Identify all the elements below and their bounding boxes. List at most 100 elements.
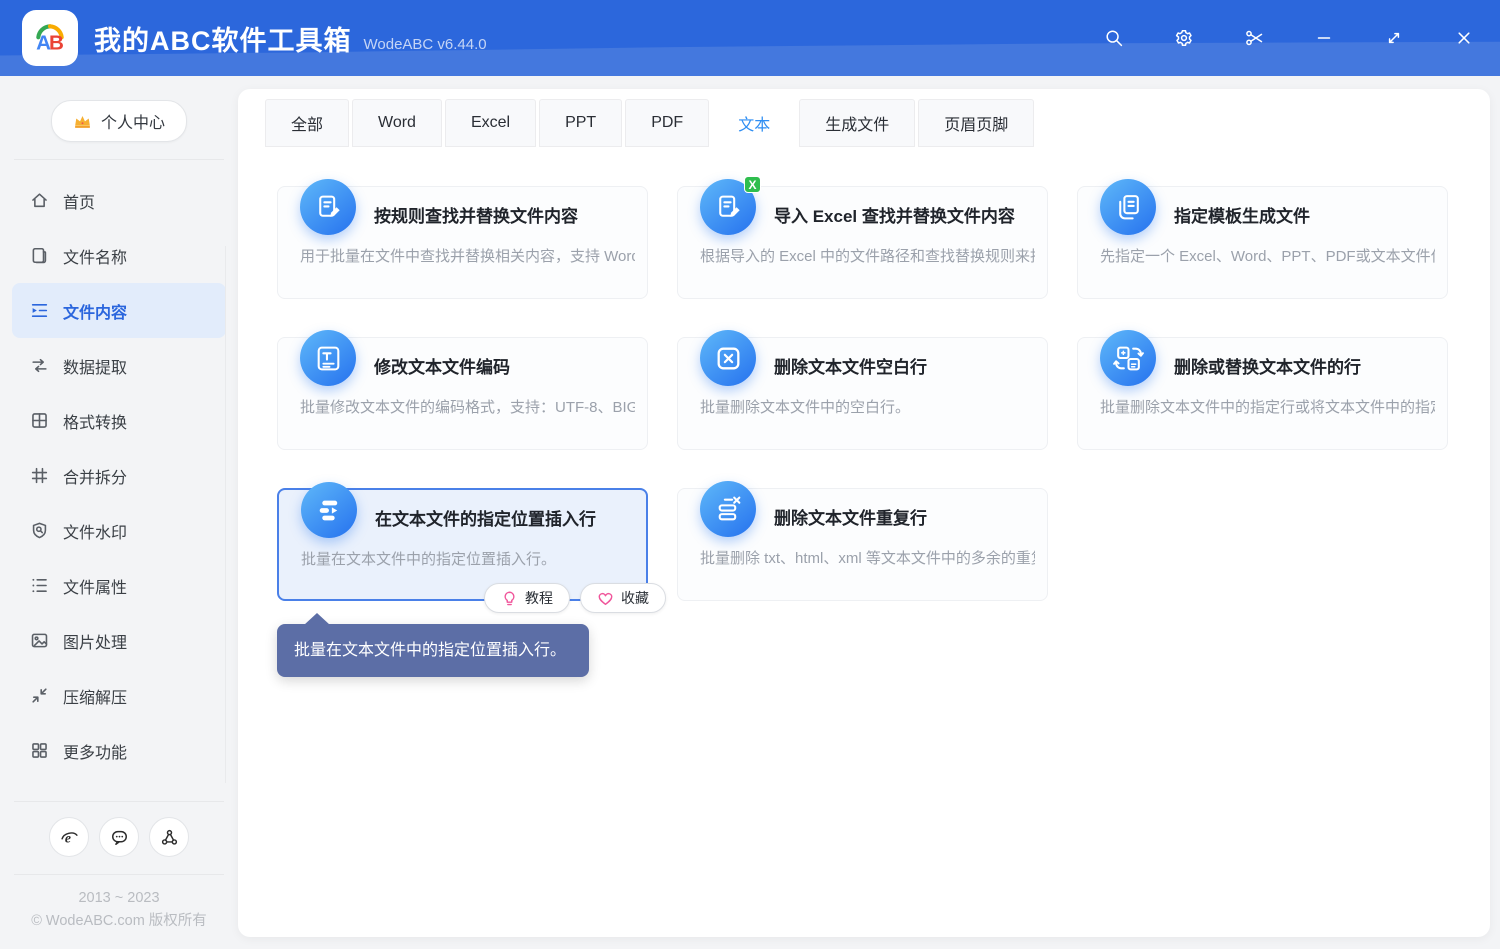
compress-icon bbox=[30, 686, 49, 705]
sidebar-item-data-extract[interactable]: 数据提取 bbox=[0, 338, 238, 393]
sidebar-item-compress[interactable]: 压缩解压 bbox=[0, 668, 238, 723]
card-delete-blank-lines[interactable]: 删除文本文件空白行 批量删除文本文件中的空白行。 bbox=[677, 337, 1048, 450]
delete-blank-lines-icon bbox=[700, 330, 756, 386]
sidebar-item-home[interactable]: 首页 bbox=[0, 173, 238, 228]
close-icon[interactable] bbox=[1454, 28, 1474, 48]
card-title: 删除文本文件重复行 bbox=[774, 504, 927, 529]
sidebar-item-label: 更多功能 bbox=[63, 739, 127, 763]
card-dedupe-lines[interactable]: 删除文本文件重复行 批量删除 txt、html、xml 等文本文件中的多余的重复… bbox=[677, 488, 1048, 601]
sidebar-item-label: 文件内容 bbox=[63, 299, 127, 323]
watermark-icon bbox=[30, 521, 49, 540]
tab-text[interactable]: 文本 bbox=[712, 99, 796, 147]
sidebar-item-label: 合并拆分 bbox=[63, 464, 127, 488]
settings-gear-icon[interactable] bbox=[1174, 28, 1194, 48]
search-icon[interactable] bbox=[1104, 28, 1124, 48]
sidebar-divider-bottom bbox=[14, 874, 224, 875]
personal-center-button[interactable]: 个人中心 bbox=[51, 100, 187, 142]
tab-label: 生成文件 bbox=[825, 111, 889, 135]
title-bar: AB 我的ABC软件工具箱 WodeABC v6.44.0 bbox=[0, 0, 1500, 76]
format-convert-icon bbox=[30, 411, 49, 430]
insert-lines-icon bbox=[301, 482, 357, 538]
sidebar-bottom: e 2013 ~ 2023 © WodeABC.com 版权所有 bbox=[0, 784, 238, 949]
lightbulb-icon bbox=[501, 590, 518, 607]
sidebar-item-file-watermark[interactable]: 文件水印 bbox=[0, 503, 238, 558]
card-find-replace-by-rule[interactable]: 按规则查找并替换文件内容 用于批量在文件中查找并替换相关内容，支持 Word、E… bbox=[277, 186, 648, 299]
sidebar-nav: 首页 文件名称 文件内容 数据提取 格式转换 合并拆分 文件水印 文件属性 图片… bbox=[0, 173, 238, 778]
sidebar: 个人中心 首页 文件名称 文件内容 数据提取 格式转换 合并拆分 文件水印 文件… bbox=[0, 76, 238, 949]
tab-label: 页眉页脚 bbox=[944, 111, 1008, 135]
sidebar-item-label: 格式转换 bbox=[63, 409, 127, 433]
tutorial-button[interactable]: 教程 bbox=[484, 583, 570, 613]
scissors-icon[interactable] bbox=[1244, 28, 1264, 48]
card-text-encoding[interactable]: 修改文本文件编码 批量修改文本文件的编码格式，支持：UTF-8、BIG5、GBK bbox=[277, 337, 648, 450]
card-grid: 按规则查找并替换文件内容 用于批量在文件中查找并替换相关内容，支持 Word、E… bbox=[238, 147, 1490, 601]
sidebar-divider-mid bbox=[14, 801, 224, 802]
crown-icon bbox=[73, 113, 92, 130]
file-name-icon bbox=[30, 246, 49, 265]
card-action-pills: 教程 收藏 bbox=[484, 583, 666, 613]
tab-excel[interactable]: Excel bbox=[445, 99, 536, 147]
card-description: 批量修改文本文件的编码格式，支持：UTF-8、BIG5、GBK bbox=[300, 396, 635, 417]
copyright: 2013 ~ 2023 © WodeABC.com 版权所有 bbox=[0, 887, 238, 933]
share-button[interactable] bbox=[149, 817, 189, 857]
app-title: 我的ABC软件工具箱 bbox=[94, 19, 352, 58]
merge-split-icon bbox=[30, 466, 49, 485]
sidebar-rule bbox=[225, 246, 226, 783]
sidebar-item-label: 文件属性 bbox=[63, 574, 127, 598]
share-network-icon bbox=[160, 828, 179, 847]
maximize-icon[interactable] bbox=[1384, 28, 1404, 48]
sidebar-item-format-convert[interactable]: 格式转换 bbox=[0, 393, 238, 448]
tab-label: PPT bbox=[565, 114, 596, 132]
sidebar-item-label: 图片处理 bbox=[63, 629, 127, 653]
card-title: 导入 Excel 查找并替换文件内容 bbox=[774, 202, 1015, 227]
sidebar-item-image-process[interactable]: 图片处理 bbox=[0, 613, 238, 668]
minimize-icon[interactable] bbox=[1314, 28, 1334, 48]
tab-label: Excel bbox=[471, 114, 510, 132]
card-title: 在文本文件的指定位置插入行 bbox=[375, 505, 596, 530]
tab-label: Word bbox=[378, 114, 416, 132]
tab-all[interactable]: 全部 bbox=[265, 99, 349, 147]
browser-button[interactable]: e bbox=[49, 817, 89, 857]
titlebar-icons bbox=[1104, 28, 1500, 48]
sidebar-item-more-features[interactable]: 更多功能 bbox=[0, 723, 238, 778]
sidebar-item-file-attributes[interactable]: 文件属性 bbox=[0, 558, 238, 613]
excel-badge: X bbox=[744, 176, 761, 193]
card-description: 批量删除文本文件中的指定行或将文本文件中的指定行 bbox=[1100, 396, 1435, 417]
browser-ie-icon: e bbox=[60, 828, 79, 847]
tab-generate-file[interactable]: 生成文件 bbox=[799, 99, 915, 147]
file-content-icon bbox=[30, 301, 49, 320]
tutorial-label: 教程 bbox=[525, 588, 553, 608]
sidebar-item-label: 压缩解压 bbox=[63, 684, 127, 708]
card-insert-lines[interactable]: 在文本文件的指定位置插入行 批量在文本文件中的指定位置插入行。 教程 收藏 批量… bbox=[277, 488, 648, 601]
tab-label: PDF bbox=[651, 114, 683, 132]
sidebar-item-file-name[interactable]: 文件名称 bbox=[0, 228, 238, 283]
file-attributes-icon bbox=[30, 576, 49, 595]
svg-text:AB: AB bbox=[36, 32, 64, 55]
template-docs-icon bbox=[1100, 179, 1156, 235]
card-description: 批量删除文本文件中的空白行。 bbox=[700, 396, 1035, 417]
sidebar-item-merge-split[interactable]: 合并拆分 bbox=[0, 448, 238, 503]
card-delete-replace-lines[interactable]: 删除或替换文本文件的行 批量删除文本文件中的指定行或将文本文件中的指定行 bbox=[1077, 337, 1448, 450]
sidebar-item-file-content[interactable]: 文件内容 bbox=[12, 283, 226, 338]
personal-center-label: 个人中心 bbox=[101, 109, 165, 133]
favorite-label: 收藏 bbox=[621, 588, 649, 608]
card-description: 批量在文本文件中的指定位置插入行。 bbox=[301, 548, 634, 569]
card-title: 删除或替换文本文件的行 bbox=[1174, 353, 1361, 378]
sidebar-item-label: 数据提取 bbox=[63, 354, 127, 378]
more-grid-icon bbox=[30, 741, 49, 760]
card-description: 根据导入的 Excel 中的文件路径和查找替换规则来批量 bbox=[700, 245, 1035, 266]
copyright-years: 2013 ~ 2023 bbox=[0, 887, 238, 910]
doc-edit-icon bbox=[300, 179, 356, 235]
tab-pdf[interactable]: PDF bbox=[625, 99, 709, 147]
card-description: 用于批量在文件中查找并替换相关内容，支持 Word、Excel bbox=[300, 245, 635, 266]
tab-word[interactable]: Word bbox=[352, 99, 442, 147]
favorite-button[interactable]: 收藏 bbox=[580, 583, 666, 613]
card-excel-find-replace[interactable]: X 导入 Excel 查找并替换文件内容 根据导入的 Excel 中的文件路径和… bbox=[677, 186, 1048, 299]
content-panel: 全部 Word Excel PPT PDF 文本 生成文件 页眉页脚 按规则查找… bbox=[238, 89, 1490, 937]
tab-header-footer[interactable]: 页眉页脚 bbox=[918, 99, 1034, 147]
card-template-generate[interactable]: 指定模板生成文件 先指定一个 Excel、Word、PPT、PDF或文本文件作为… bbox=[1077, 186, 1448, 299]
feedback-button[interactable] bbox=[99, 817, 139, 857]
tab-ppt[interactable]: PPT bbox=[539, 99, 622, 147]
tab-label: 全部 bbox=[291, 111, 323, 135]
card-title: 修改文本文件编码 bbox=[374, 353, 510, 378]
